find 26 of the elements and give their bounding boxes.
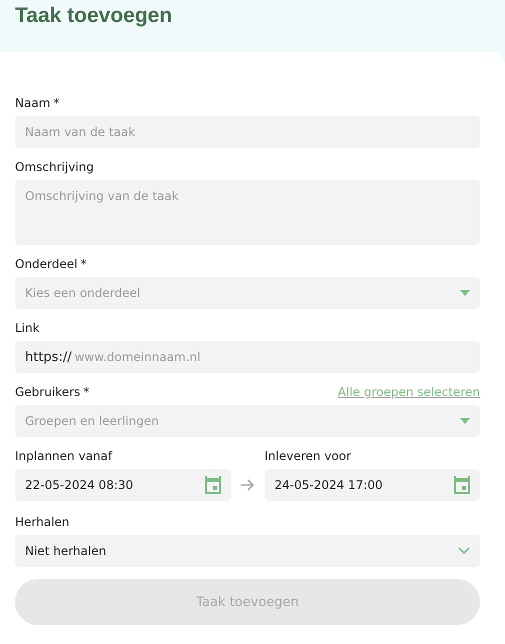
calendar-icon	[204, 476, 220, 494]
required-mark: *	[83, 385, 90, 399]
page-title: Taak toevoegen	[15, 4, 172, 28]
url-input[interactable]: www.domeinnaam.nl	[74, 350, 470, 364]
link-field[interactable]: https:// www.domeinnaam.nl	[15, 341, 480, 373]
caret-icon	[460, 418, 470, 424]
description-field[interactable]: Omschrijving van de taak	[15, 180, 480, 245]
url-prefix: https://	[25, 350, 72, 364]
field-label: Inleveren voor	[264, 449, 352, 463]
required-mark: *	[80, 257, 86, 271]
date-field[interactable]: 22-05-2024 08:30	[15, 469, 230, 501]
chevron-icon	[458, 547, 470, 555]
field-label: Naam	[15, 96, 50, 110]
field-label: Link	[15, 321, 40, 335]
date-field[interactable]: 24-05-2024 17:00	[264, 469, 480, 501]
field-label: Herhalen	[15, 515, 70, 529]
field-label: Inplannen vanaf	[15, 449, 112, 463]
field-label: Omschrijving	[15, 160, 94, 174]
field-label: Gebruikers	[15, 385, 80, 399]
calendar-icon	[454, 476, 470, 494]
name-field[interactable]: Naam van de taak	[15, 116, 480, 148]
caret-icon	[460, 290, 470, 296]
field-label: Onderdeel	[15, 257, 78, 271]
required-mark: *	[53, 96, 60, 110]
select-field[interactable]: Niet herhalen	[15, 535, 480, 567]
arrow-icon	[240, 479, 254, 491]
